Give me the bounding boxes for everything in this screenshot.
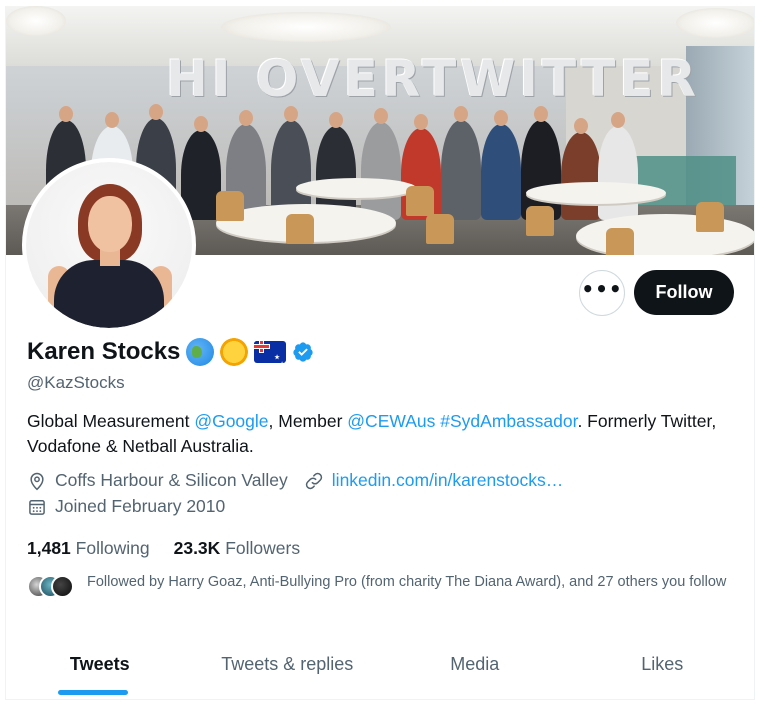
active-tab-indicator: [58, 690, 128, 695]
avatar: [51, 575, 74, 598]
following-label: Following: [75, 538, 150, 558]
australia-flag-icon: ★ ★ ★ ★: [254, 341, 287, 363]
profile-frame: HI OVERTWITTER ••• Follow Karen Stocks ★…: [5, 6, 755, 700]
bio-text: Global Measurement: [27, 411, 195, 431]
following-count: 1,481: [27, 538, 71, 558]
location-pin-icon: [30, 472, 44, 490]
followers-link[interactable]: 23.3K Followers: [174, 538, 300, 559]
calendar-icon: [29, 499, 45, 515]
more-options-button[interactable]: •••: [579, 270, 625, 316]
tab-media[interactable]: Media: [381, 646, 569, 699]
tab-tweets-and-replies[interactable]: Tweets & replies: [194, 646, 382, 699]
mutual-follower-avatars: [27, 575, 77, 599]
hashtag-sydambassador-link[interactable]: #SydAmbassador: [440, 411, 577, 431]
display-name: Karen Stocks: [27, 338, 181, 365]
following-link[interactable]: 1,481 Following: [27, 538, 150, 559]
profile-display-name-row: Karen Stocks ★ ★ ★ ★: [27, 338, 314, 366]
profile-bio: Global Measurement @Google, Member @CEWA…: [27, 409, 727, 459]
follow-button[interactable]: Follow: [634, 270, 734, 315]
profile-joined-date: Joined February 2010: [55, 496, 226, 516]
sun-emoji-icon: [220, 338, 249, 366]
profile-stats: 1,481 Following 23.3K Followers: [27, 538, 300, 559]
bio-text: , Member: [268, 411, 348, 431]
avatar-photo: [26, 162, 192, 328]
link-icon: [305, 472, 322, 489]
profile-meta-row: Coffs Harbour & Silicon Valley linkedin.…: [27, 470, 563, 491]
mention-cewaus-link[interactable]: @CEWAus: [347, 411, 435, 431]
mention-google-link[interactable]: @Google: [194, 411, 268, 431]
globe-emoji-icon: [186, 338, 215, 366]
profile-handle: @KazStocks: [27, 373, 125, 392]
profile-joined-row: Joined February 2010: [27, 496, 225, 517]
more-icon: •••: [581, 277, 623, 301]
verified-badge-icon[interactable]: [292, 341, 314, 363]
followers-you-know[interactable]: Followed by Harry Goaz, Anti-Bullying Pr…: [27, 572, 747, 599]
followers-label: Followers: [225, 538, 301, 558]
tab-likes[interactable]: Likes: [569, 646, 755, 699]
profile-location: Coffs Harbour & Silicon Valley: [55, 470, 288, 490]
followers-count: 23.3K: [173, 538, 221, 558]
profile-avatar[interactable]: [22, 158, 196, 332]
profile-website-link[interactable]: linkedin.com/in/karenstocks…: [332, 470, 563, 491]
followed-by-text: Followed by Harry Goaz, Anti-Bullying Pr…: [87, 574, 727, 590]
